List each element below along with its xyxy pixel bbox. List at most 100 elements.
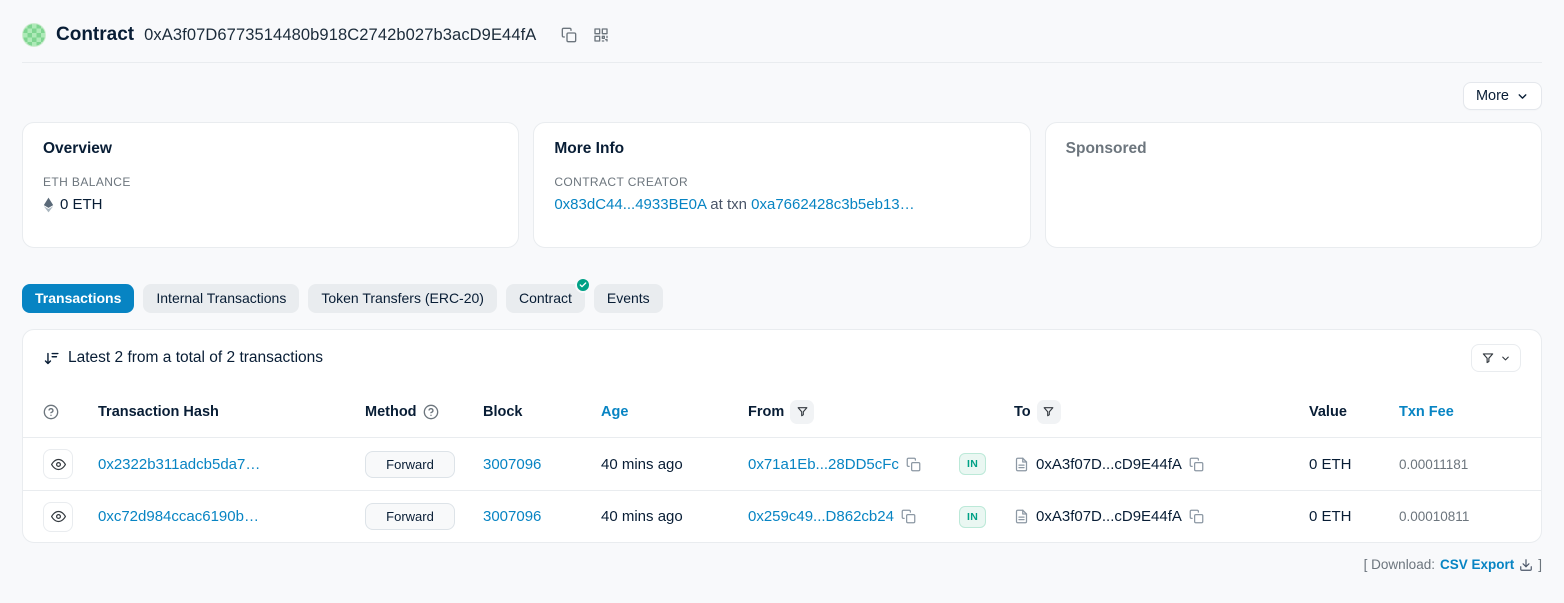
- sort-desc-icon: [43, 350, 60, 367]
- age-cell: 40 mins ago: [601, 508, 748, 525]
- tab-contract-label: Contract: [519, 290, 572, 306]
- eye-icon: [51, 457, 66, 472]
- copy-icon: [1189, 457, 1204, 472]
- table-filter-button[interactable]: [1471, 344, 1521, 372]
- more-info-card: More Info CONTRACT CREATOR 0x83dC44...49…: [533, 122, 1030, 248]
- col-header-transaction-hash: Transaction Hash: [98, 404, 365, 420]
- contract-address: 0xA3f07D6773514480b918C2742b027b3acD9E44…: [144, 26, 536, 45]
- col-header-txn-fee[interactable]: Txn Fee: [1399, 404, 1521, 420]
- contract-file-icon: [1014, 509, 1029, 524]
- tab-internal-transactions[interactable]: Internal Transactions: [143, 284, 299, 313]
- eye-icon: [51, 509, 66, 524]
- txn-fee-cell: 0.00011181: [1399, 457, 1521, 472]
- transactions-panel: Latest 2 from a total of 2 transactions …: [22, 329, 1542, 543]
- col-header-age[interactable]: Age: [601, 404, 748, 420]
- download-icon: [1519, 558, 1533, 572]
- creator-address-link[interactable]: 0x83dC44...4933BE0A: [554, 196, 706, 213]
- txn-fee-cell: 0.00010811: [1399, 509, 1521, 524]
- chevron-down-icon: [1500, 353, 1511, 364]
- copy-to-address-button[interactable]: [1189, 509, 1204, 524]
- funnel-icon: [1042, 405, 1055, 418]
- preview-transaction-button[interactable]: [43, 502, 73, 532]
- from-address-link[interactable]: 0x71a1Eb...28DD5cFc: [748, 456, 899, 473]
- tab-events[interactable]: Events: [594, 284, 663, 313]
- eth-balance-amount: 0 ETH: [60, 196, 103, 213]
- more-button[interactable]: More: [1463, 82, 1542, 110]
- transaction-hash-link[interactable]: 0x2322b311adcb5da7…: [98, 456, 365, 473]
- tab-events-label: Events: [607, 290, 650, 306]
- ethereum-icon: [43, 197, 54, 213]
- method-badge[interactable]: Forward: [365, 451, 455, 478]
- at-txn-text: at txn: [710, 196, 747, 213]
- contract-file-icon: [1014, 457, 1029, 472]
- header-divider: [22, 62, 1542, 63]
- from-filter-button[interactable]: [790, 400, 814, 424]
- tab-internal-transactions-label: Internal Transactions: [156, 290, 286, 306]
- verified-check-badge: [575, 277, 591, 293]
- copy-from-address-button[interactable]: [901, 509, 916, 524]
- transactions-summary-text: Latest 2 from a total of 2 transactions: [68, 349, 323, 367]
- copy-icon: [1189, 509, 1204, 524]
- page-header: Contract 0xA3f07D6773514480b918C2742b027…: [22, 0, 1542, 49]
- transaction-hash-link[interactable]: 0xc72d984ccac6190b…: [98, 508, 365, 525]
- contract-creator-label: CONTRACT CREATOR: [554, 175, 1009, 189]
- value-cell: 0 ETH: [1309, 456, 1399, 473]
- tab-bar: Transactions Internal Transactions Token…: [22, 284, 1542, 313]
- contract-page: Contract 0xA3f07D6773514480b918C2742b027…: [0, 0, 1564, 572]
- qr-code-button[interactable]: [590, 24, 612, 46]
- col-header-from: From: [748, 400, 959, 424]
- col-header-value: Value: [1309, 404, 1399, 420]
- direction-badge: IN: [959, 453, 986, 475]
- tab-transactions[interactable]: Transactions: [22, 284, 134, 313]
- copy-address-button[interactable]: [558, 24, 580, 46]
- transaction-row: 0xc72d984ccac6190b… Forward 3007096 40 m…: [23, 490, 1541, 542]
- page-toolbar: More: [22, 82, 1542, 110]
- transaction-row: 0x2322b311adcb5da7… Forward 3007096 40 m…: [23, 438, 1541, 490]
- to-address: 0xA3f07D...cD9E44fA: [1036, 456, 1182, 473]
- to-filter-button[interactable]: [1037, 400, 1061, 424]
- creation-txn-link[interactable]: 0xa7662428c3b5eb13…: [751, 196, 914, 213]
- contract-identicon: [22, 23, 46, 47]
- method-badge[interactable]: Forward: [365, 503, 455, 530]
- copy-icon: [906, 457, 921, 472]
- funnel-icon: [1481, 351, 1495, 365]
- download-suffix: ]: [1538, 557, 1542, 572]
- page-title: Contract: [56, 24, 134, 46]
- qr-code-icon: [593, 27, 609, 43]
- table-header-row: Transaction Hash Method Block Age From T…: [23, 386, 1541, 438]
- contract-creator-line: 0x83dC44...4933BE0A at txn 0xa7662428c3b…: [554, 196, 1009, 213]
- chevron-down-icon: [1516, 90, 1529, 103]
- tab-token-transfers[interactable]: Token Transfers (ERC-20): [308, 284, 497, 313]
- direction-badge: IN: [959, 506, 986, 528]
- to-address: 0xA3f07D...cD9E44fA: [1036, 508, 1182, 525]
- copy-icon: [901, 509, 916, 524]
- more-info-card-title: More Info: [554, 140, 1009, 158]
- block-link[interactable]: 3007096: [483, 456, 601, 473]
- col-header-from-label: From: [748, 404, 784, 420]
- col-header-to-label: To: [1014, 404, 1031, 420]
- value-cell: 0 ETH: [1309, 508, 1399, 525]
- download-row: [ Download: CSV Export ]: [22, 557, 1542, 572]
- copy-from-address-button[interactable]: [906, 457, 921, 472]
- col-header-method-label: Method: [365, 404, 417, 420]
- col-header-to: To: [1014, 400, 1309, 424]
- preview-transaction-button[interactable]: [43, 449, 73, 479]
- info-cards: Overview ETH BALANCE 0 ETH More Info CON…: [22, 122, 1542, 248]
- tab-token-transfers-label: Token Transfers (ERC-20): [321, 290, 484, 306]
- block-link[interactable]: 3007096: [483, 508, 601, 525]
- transactions-toolbar: Latest 2 from a total of 2 transactions: [23, 330, 1541, 386]
- copy-to-address-button[interactable]: [1189, 457, 1204, 472]
- tab-contract[interactable]: Contract: [506, 284, 585, 313]
- overview-card: Overview ETH BALANCE 0 ETH: [22, 122, 519, 248]
- tab-transactions-label: Transactions: [35, 290, 121, 306]
- help-circle-icon: [423, 404, 439, 420]
- age-cell: 40 mins ago: [601, 456, 748, 473]
- copy-icon: [561, 27, 577, 43]
- more-button-label: More: [1476, 88, 1509, 104]
- csv-export-link[interactable]: CSV Export: [1440, 557, 1514, 572]
- download-prefix: [ Download:: [1364, 557, 1435, 572]
- transactions-summary: Latest 2 from a total of 2 transactions: [43, 349, 323, 367]
- from-address-link[interactable]: 0x259c49...D862cb24: [748, 508, 894, 525]
- eth-balance-value: 0 ETH: [43, 196, 498, 213]
- sponsored-card-title: Sponsored: [1066, 140, 1521, 158]
